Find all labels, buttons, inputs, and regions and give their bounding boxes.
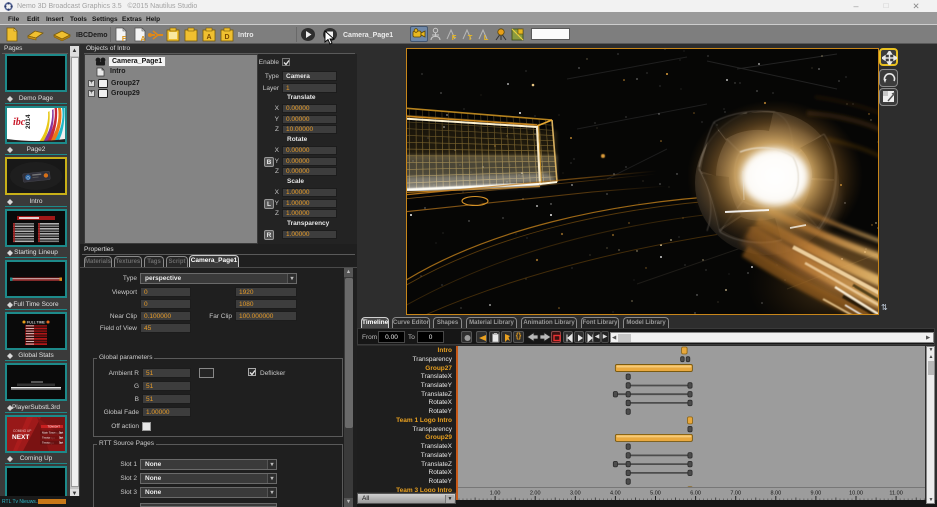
svg-text:Trento: Trento <box>42 440 50 444</box>
svg-text:6.00: 6.00 <box>690 491 701 497</box>
svg-text:7.00: 7.00 <box>730 491 741 497</box>
svg-text:NEXT: NEXT <box>12 434 29 441</box>
svg-text:4.00: 4.00 <box>610 491 621 497</box>
svg-text:5pt: 5pt <box>59 430 63 434</box>
svg-text:Trenta: Trenta <box>42 435 50 439</box>
svg-text:FULL TIME: FULL TIME <box>27 320 45 324</box>
svg-text:1.00: 1.00 <box>490 491 501 497</box>
svg-text:A: A <box>140 36 145 42</box>
svg-text:8.00: 8.00 <box>770 491 781 497</box>
svg-text:L: L <box>484 33 489 42</box>
svg-text:Main Town: Main Town <box>42 430 56 434</box>
svg-text:11.00: 11.00 <box>889 491 902 497</box>
svg-text:2014: 2014 <box>25 114 32 129</box>
svg-text:10.00: 10.00 <box>849 491 863 497</box>
svg-text:F: F <box>452 33 457 42</box>
svg-text:ibc: ibc <box>13 117 26 128</box>
svg-text:2.00: 2.00 <box>530 491 541 497</box>
svg-text:5.00: 5.00 <box>650 491 661 497</box>
svg-text:COMING UP: COMING UP <box>13 429 31 433</box>
svg-text:TONIGHT: TONIGHT <box>47 424 60 428</box>
svg-text:5pt: 5pt <box>59 435 63 439</box>
svg-text:T: T <box>468 33 473 42</box>
svg-text:D: D <box>224 34 229 41</box>
svg-text:5pt: 5pt <box>59 440 63 444</box>
svg-text:F: F <box>122 36 127 42</box>
svg-text:3.00: 3.00 <box>570 491 581 497</box>
svg-text:9.00: 9.00 <box>811 491 822 497</box>
svg-text:A: A <box>206 34 211 41</box>
